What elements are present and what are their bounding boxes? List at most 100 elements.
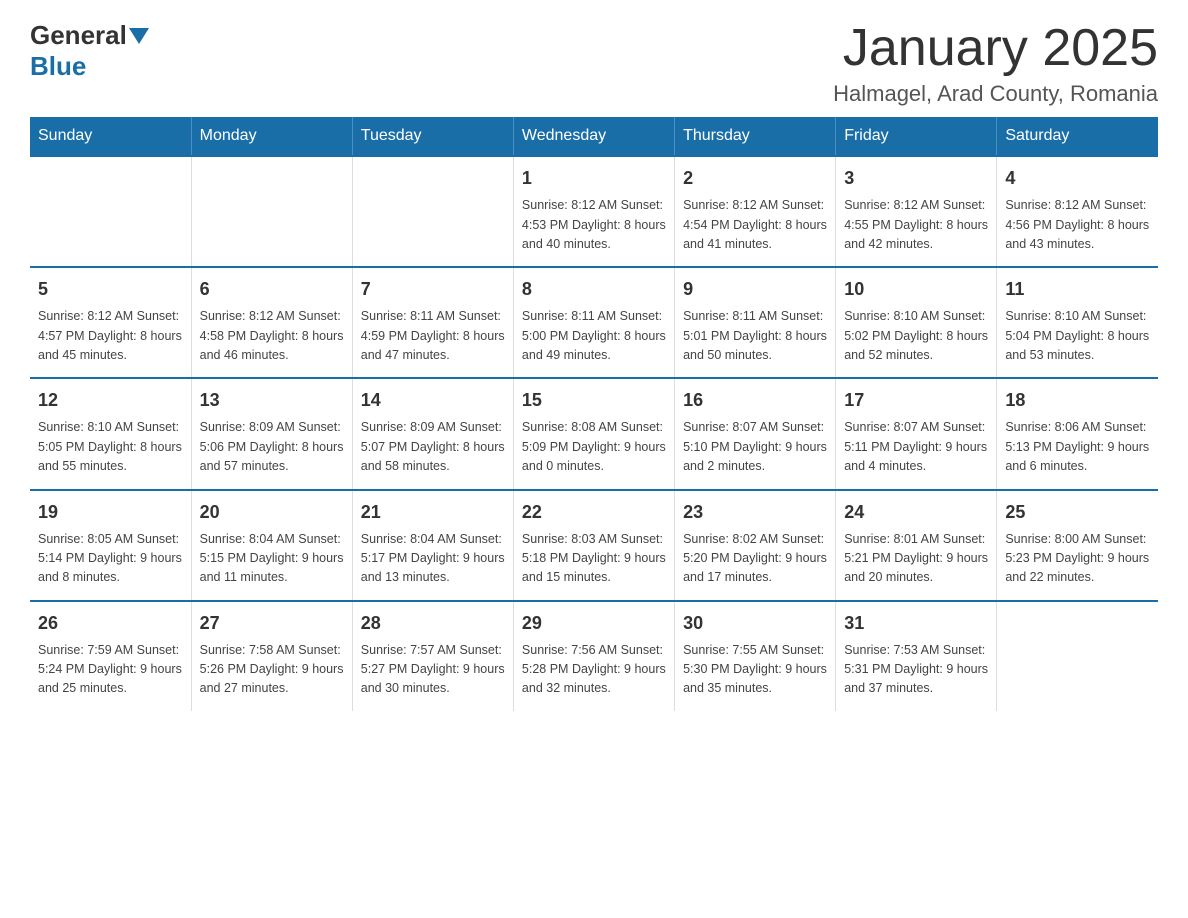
day-info: Sunrise: 7:55 AM Sunset: 5:30 PM Dayligh…: [683, 641, 827, 699]
calendar-cell: [30, 156, 191, 267]
logo-arrow-icon: [129, 28, 149, 44]
day-info: Sunrise: 8:10 AM Sunset: 5:02 PM Dayligh…: [844, 307, 988, 365]
day-of-week-header: Monday: [191, 117, 352, 156]
logo-general-text: General: [30, 20, 127, 51]
calendar-week-row: 5 Sunrise: 8:12 AM Sunset: 4:57 PM Daylig…: [30, 267, 1158, 378]
day-number: 10: [844, 276, 988, 303]
logo-blue-text: Blue: [30, 51, 86, 81]
day-info: Sunrise: 8:09 AM Sunset: 5:06 PM Dayligh…: [200, 418, 344, 476]
calendar-week-row: 12 Sunrise: 8:10 AM Sunset: 5:05 PM Dayli…: [30, 378, 1158, 489]
day-of-week-header: Sunday: [30, 117, 191, 156]
calendar-cell: 24 Sunrise: 8:01 AM Sunset: 5:21 PM Dayli…: [836, 490, 997, 601]
day-number: 20: [200, 499, 344, 526]
day-info: Sunrise: 7:56 AM Sunset: 5:28 PM Dayligh…: [522, 641, 666, 699]
title-section: January 2025 Halmagel, Arad County, Roma…: [833, 20, 1158, 107]
day-info: Sunrise: 8:12 AM Sunset: 4:56 PM Dayligh…: [1005, 196, 1150, 254]
calendar-cell: 19Sunrise: 8:05 AM Sunset: 5:14 PM Dayli…: [30, 490, 191, 601]
day-number: 15: [522, 387, 666, 414]
day-info: Sunrise: 8:08 AM Sunset: 5:09 PM Dayligh…: [522, 418, 666, 476]
calendar-cell: 2Sunrise: 8:12 AM Sunset: 4:54 PM Daylig…: [675, 156, 836, 267]
day-number: 22: [522, 499, 666, 526]
calendar-cell: [997, 601, 1158, 711]
day-info: Sunrise: 8:04 AM Sunset: 5:15 PM Dayligh…: [200, 530, 344, 588]
calendar-cell: 4Sunrise: 8:12 AM Sunset: 4:56 PM Daylig…: [997, 156, 1158, 267]
calendar-cell: 10 Sunrise: 8:10 AM Sunset: 5:02 PM Dayli…: [836, 267, 997, 378]
calendar-cell: 13 Sunrise: 8:09 AM Sunset: 5:06 PM Dayli…: [191, 378, 352, 489]
day-info: Sunrise: 8:07 AM Sunset: 5:11 PM Dayligh…: [844, 418, 988, 476]
page-header: General Blue January 2025 Halmagel, Arad…: [30, 20, 1158, 107]
day-info: Sunrise: 8:10 AM Sunset: 5:05 PM Dayligh…: [38, 418, 183, 476]
calendar-subtitle: Halmagel, Arad County, Romania: [833, 81, 1158, 107]
day-number: 30: [683, 610, 827, 637]
day-of-week-header: Friday: [836, 117, 997, 156]
day-number: 26: [38, 610, 183, 637]
calendar-cell: 9Sunrise: 8:11 AM Sunset: 5:01 PM Daylig…: [675, 267, 836, 378]
calendar-cell: 28Sunrise: 7:57 AM Sunset: 5:27 PM Dayli…: [352, 601, 513, 711]
day-number: 29: [522, 610, 666, 637]
day-info: Sunrise: 8:12 AM Sunset: 4:53 PM Dayligh…: [522, 196, 666, 254]
day-number: 24: [844, 499, 988, 526]
day-info: Sunrise: 8:01 AM Sunset: 5:21 PM Dayligh…: [844, 530, 988, 588]
calendar-cell: 3Sunrise: 8:12 AM Sunset: 4:55 PM Daylig…: [836, 156, 997, 267]
calendar-cell: 11Sunrise: 8:10 AM Sunset: 5:04 PM Dayli…: [997, 267, 1158, 378]
calendar-cell: 29 Sunrise: 7:56 AM Sunset: 5:28 PM Dayli…: [513, 601, 674, 711]
day-number: 7: [361, 276, 505, 303]
calendar-cell: 21 Sunrise: 8:04 AM Sunset: 5:17 PM Dayli…: [352, 490, 513, 601]
calendar-cell: 16 Sunrise: 8:07 AM Sunset: 5:10 PM Dayli…: [675, 378, 836, 489]
day-number: 16: [683, 387, 827, 414]
day-info: Sunrise: 8:09 AM Sunset: 5:07 PM Dayligh…: [361, 418, 505, 476]
day-info: Sunrise: 8:11 AM Sunset: 4:59 PM Dayligh…: [361, 307, 505, 365]
day-of-week-header: Tuesday: [352, 117, 513, 156]
calendar-cell: 20 Sunrise: 8:04 AM Sunset: 5:15 PM Dayli…: [191, 490, 352, 601]
calendar-cell: 12 Sunrise: 8:10 AM Sunset: 5:05 PM Dayli…: [30, 378, 191, 489]
day-info: Sunrise: 7:59 AM Sunset: 5:24 PM Dayligh…: [38, 641, 183, 699]
calendar-week-row: 1Sunrise: 8:12 AM Sunset: 4:53 PM Daylig…: [30, 156, 1158, 267]
calendar-cell: [191, 156, 352, 267]
day-info: Sunrise: 7:58 AM Sunset: 5:26 PM Dayligh…: [200, 641, 344, 699]
day-number: 5: [38, 276, 183, 303]
calendar-cell: 18 Sunrise: 8:06 AM Sunset: 5:13 PM Dayli…: [997, 378, 1158, 489]
calendar-cell: 6 Sunrise: 8:12 AM Sunset: 4:58 PM Daylig…: [191, 267, 352, 378]
calendar-cell: 17 Sunrise: 8:07 AM Sunset: 5:11 PM Dayli…: [836, 378, 997, 489]
day-number: 12: [38, 387, 183, 414]
calendar-cell: 14 Sunrise: 8:09 AM Sunset: 5:07 PM Dayli…: [352, 378, 513, 489]
day-number: 13: [200, 387, 344, 414]
calendar-cell: 8Sunrise: 8:11 AM Sunset: 5:00 PM Daylig…: [513, 267, 674, 378]
calendar-cell: 27 Sunrise: 7:58 AM Sunset: 5:26 PM Dayli…: [191, 601, 352, 711]
calendar-cell: [352, 156, 513, 267]
day-info: Sunrise: 8:11 AM Sunset: 5:01 PM Dayligh…: [683, 307, 827, 365]
calendar-cell: 31 Sunrise: 7:53 AM Sunset: 5:31 PM Dayli…: [836, 601, 997, 711]
day-number: 18: [1005, 387, 1150, 414]
day-number: 17: [844, 387, 988, 414]
day-number: 27: [200, 610, 344, 637]
day-info: Sunrise: 7:53 AM Sunset: 5:31 PM Dayligh…: [844, 641, 988, 699]
calendar-week-row: 26 Sunrise: 7:59 AM Sunset: 5:24 PM Dayli…: [30, 601, 1158, 711]
calendar-header-row: SundayMondayTuesdayWednesdayThursdayFrid…: [30, 117, 1158, 156]
day-number: 25: [1005, 499, 1150, 526]
day-info: Sunrise: 8:12 AM Sunset: 4:57 PM Dayligh…: [38, 307, 183, 365]
day-info: Sunrise: 8:12 AM Sunset: 4:58 PM Dayligh…: [200, 307, 344, 365]
day-number: 14: [361, 387, 505, 414]
calendar-cell: 5 Sunrise: 8:12 AM Sunset: 4:57 PM Daylig…: [30, 267, 191, 378]
day-info: Sunrise: 8:05 AM Sunset: 5:14 PM Dayligh…: [38, 530, 183, 588]
day-number: 3: [844, 165, 988, 192]
day-info: Sunrise: 8:11 AM Sunset: 5:00 PM Dayligh…: [522, 307, 666, 365]
day-number: 23: [683, 499, 827, 526]
calendar-cell: 22Sunrise: 8:03 AM Sunset: 5:18 PM Dayli…: [513, 490, 674, 601]
calendar-table: SundayMondayTuesdayWednesdayThursdayFrid…: [30, 117, 1158, 711]
calendar-cell: 25Sunrise: 8:00 AM Sunset: 5:23 PM Dayli…: [997, 490, 1158, 601]
calendar-cell: 26 Sunrise: 7:59 AM Sunset: 5:24 PM Dayli…: [30, 601, 191, 711]
day-number: 6: [200, 276, 344, 303]
calendar-cell: 7 Sunrise: 8:11 AM Sunset: 4:59 PM Daylig…: [352, 267, 513, 378]
day-info: Sunrise: 8:06 AM Sunset: 5:13 PM Dayligh…: [1005, 418, 1150, 476]
day-info: Sunrise: 8:10 AM Sunset: 5:04 PM Dayligh…: [1005, 307, 1150, 365]
day-of-week-header: Wednesday: [513, 117, 674, 156]
calendar-week-row: 19Sunrise: 8:05 AM Sunset: 5:14 PM Dayli…: [30, 490, 1158, 601]
day-info: Sunrise: 8:07 AM Sunset: 5:10 PM Dayligh…: [683, 418, 827, 476]
day-info: Sunrise: 8:04 AM Sunset: 5:17 PM Dayligh…: [361, 530, 505, 588]
calendar-cell: 30 Sunrise: 7:55 AM Sunset: 5:30 PM Dayli…: [675, 601, 836, 711]
day-number: 21: [361, 499, 505, 526]
day-of-week-header: Thursday: [675, 117, 836, 156]
calendar-cell: 1Sunrise: 8:12 AM Sunset: 4:53 PM Daylig…: [513, 156, 674, 267]
day-number: 31: [844, 610, 988, 637]
